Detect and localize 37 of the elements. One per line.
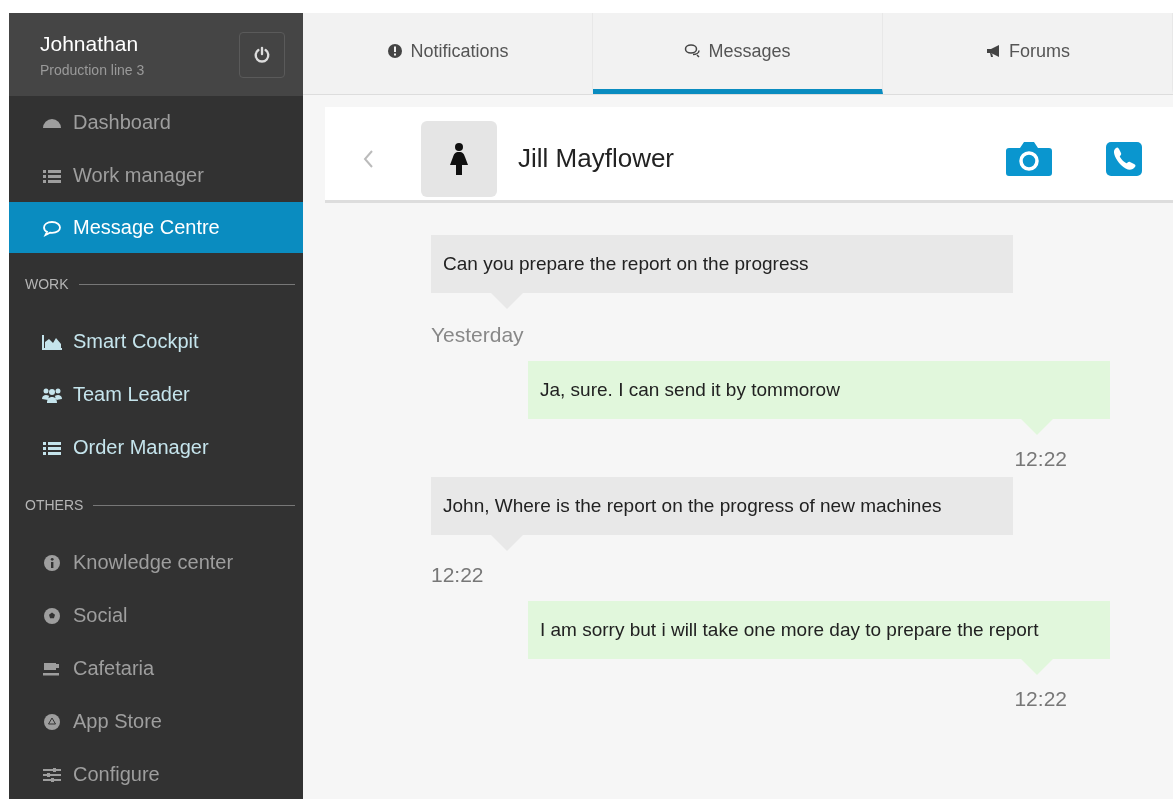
camera-icon — [1005, 139, 1053, 178]
power-button[interactable] — [239, 31, 285, 78]
call-button[interactable] — [1105, 140, 1143, 177]
contact-name: Jill Mayflower — [518, 143, 675, 174]
bubble-tail — [1021, 659, 1053, 675]
circle-icon — [41, 712, 63, 731]
phone-icon — [1105, 140, 1143, 177]
sidebar-item[interactable]: Dashboard — [9, 96, 303, 149]
camera-button[interactable] — [1005, 139, 1053, 178]
power-icon — [253, 45, 271, 64]
sidebar-item[interactable]: Team Leader — [9, 368, 303, 421]
sidebar-item[interactable]: App Store — [9, 695, 303, 748]
section-heading: WORK — [25, 276, 69, 292]
date-divider: Yesterday — [431, 323, 525, 347]
sidebar-item[interactable]: Work manager — [9, 149, 303, 202]
user-name: Johnathan — [40, 31, 140, 56]
person-icon — [448, 141, 470, 176]
exclamation-icon — [386, 43, 405, 59]
area-chart-icon — [41, 332, 63, 351]
user-subtitle: Production line 3 — [40, 61, 146, 78]
bubble-tail — [1021, 419, 1053, 435]
sliders-icon — [41, 765, 63, 784]
speech-bubble-icon — [41, 218, 63, 237]
sidebar-item[interactable]: Cafetaria — [9, 642, 303, 695]
message-time: 12:22 — [1014, 447, 1067, 471]
sidebar-item[interactable]: Configure — [9, 748, 303, 799]
sidebar-item[interactable]: Smart Cockpit — [9, 315, 303, 368]
sidebar-item[interactable]: Social — [9, 589, 303, 642]
ball-icon — [41, 606, 63, 625]
message-time: 12:22 — [431, 563, 484, 587]
message-time: 12:22 — [1014, 687, 1067, 711]
sidebar-item[interactable]: Knowledge center — [9, 536, 303, 589]
section-heading: OTHERS — [25, 497, 84, 513]
sidebar-item[interactable]: Message Centre — [9, 202, 303, 253]
tab[interactable]: Messages — [593, 13, 883, 94]
sidebar-item[interactable]: Order Manager — [9, 421, 303, 474]
info-icon — [41, 553, 63, 572]
